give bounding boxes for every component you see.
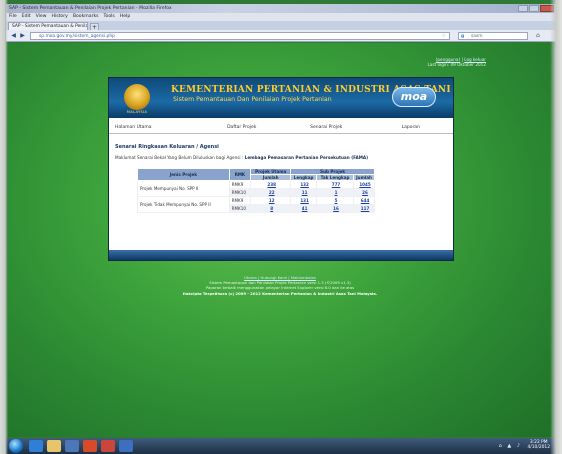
search-input[interactable]: g sasm: [458, 32, 528, 40]
clock-date: 4/10/2012: [527, 445, 550, 450]
cell-utama-link[interactable]: 238: [250, 180, 292, 189]
col-rmk: RMK: [228, 168, 252, 181]
word-icon[interactable]: [119, 440, 133, 452]
cell-jumlah-link[interactable]: 644: [353, 196, 375, 205]
cell-utama-link[interactable]: 12: [250, 196, 292, 205]
cell-jenis: Projek Tidak Mempunyai No. SPP II: [137, 196, 230, 213]
maximize-button[interactable]: [529, 5, 539, 12]
back-icon[interactable]: ◀: [9, 32, 18, 40]
moa-logo: moa: [392, 87, 436, 107]
browser-title-bar: SAP - Sistem Pemantauan & Penilaian Proj…: [6, 4, 556, 13]
col-lengkap: Lengkap: [290, 174, 317, 181]
menu-history[interactable]: History: [52, 13, 68, 21]
portal-panel: MALAYSIA KEMENTERIAN PERTANIAN & INDUSTR…: [108, 77, 454, 261]
url-text: sp.moa.gov.my/sistem_agensi.php: [39, 34, 115, 39]
browser-menu-bar: File Edit View History Bookmarks Tools H…: [6, 13, 556, 21]
minimize-button[interactable]: [518, 5, 528, 12]
cell-rmk: RMK9: [228, 196, 252, 205]
url-bar[interactable]: sp.moa.gov.my/sistem_agensi.php ☆: [30, 32, 450, 40]
table-row: Projek Tidak Mempunyai No. SPP II RMK9 1…: [137, 196, 375, 213]
folder-icon[interactable]: [47, 440, 61, 452]
browser-tab[interactable]: SAP - Sistem Pemantauan & Penilaian P...: [8, 22, 88, 30]
cell-utama-link[interactable]: 8: [250, 204, 292, 213]
agency-line: Maklumat Senarai Bekal Yang Belum Dilulu…: [115, 155, 449, 160]
cell-tak-lengkap-link[interactable]: 1: [315, 188, 355, 197]
cell-rmk: RMK10: [228, 204, 252, 213]
window-title: SAP - Sistem Pemantauan & Penilaian Proj…: [9, 6, 172, 11]
home-icon[interactable]: ⌂: [536, 32, 540, 40]
site-banner: MALAYSIA KEMENTERIAN PERTANIAN & INDUSTR…: [109, 78, 453, 118]
panel-bottom-bar: [109, 250, 453, 260]
ie-icon[interactable]: [29, 440, 43, 452]
menu-bookmarks[interactable]: Bookmarks: [73, 13, 99, 21]
cell-lengkap-link[interactable]: 41: [290, 204, 317, 213]
powerpoint-icon[interactable]: [101, 440, 115, 452]
crest-label: MALAYSIA: [126, 109, 148, 114]
cell-tak-lengkap-link[interactable]: 5: [315, 196, 355, 205]
main-content: Senarai Ringkasan Keluaran / Agensi Makl…: [115, 144, 449, 213]
tray-icons[interactable]: ⌂ ▲ ♪: [499, 443, 522, 449]
page-viewport: (pengguna) | Log keluar Last login: 09 O…: [8, 43, 552, 437]
cell-jumlah-link[interactable]: 117: [353, 204, 375, 213]
browser-tab-bar: SAP - Sistem Pemantauan & Penilaian P...…: [6, 21, 556, 31]
last-login: Last login: 09 Oktober 2012: [427, 62, 486, 67]
malaysia-crest-icon: [124, 84, 150, 110]
col-jumlah-sub: Jumlah: [353, 174, 375, 181]
cell-lengkap-link[interactable]: 132: [290, 180, 317, 189]
new-tab-button[interactable]: +: [90, 23, 99, 31]
nav-laporan[interactable]: Laporan: [369, 122, 454, 133]
windows-taskbar: ⌂ ▲ ♪ 3:22 PM 4/10/2012: [6, 438, 556, 454]
window-controls: [518, 5, 554, 12]
forward-icon[interactable]: ▶: [18, 32, 27, 40]
page-title: Senarai Ringkasan Keluaran / Agensi: [115, 144, 219, 150]
firefox-icon[interactable]: [83, 440, 97, 452]
search-engine-icon: g: [461, 34, 465, 39]
browser-nav-bar: ◀ ▶ sp.moa.gov.my/sistem_agensi.php ☆ g …: [6, 30, 556, 42]
menu-file[interactable]: File: [9, 13, 17, 21]
menu-edit[interactable]: Edit: [22, 13, 31, 21]
table-row: Projek Mempunyai No. SPP II RMK9 238 132…: [137, 180, 375, 197]
nav-halaman-utama[interactable]: Halaman Utama: [109, 122, 200, 133]
cell-rmk: RMK9: [228, 180, 252, 189]
col-tak-lengkap: Tak Lengkap: [315, 174, 355, 181]
menu-view[interactable]: View: [36, 13, 47, 21]
group-projek-utama: Projek Utama: [250, 168, 292, 175]
summary-table: Jenis Projek RMK Projek Utama Sub Projek…: [137, 168, 375, 213]
nav-senarai-projek[interactable]: Senarai Projek: [284, 122, 369, 133]
main-nav: Halaman Utama Daftar Projek Senarai Proj…: [109, 122, 453, 134]
menu-tools[interactable]: Tools: [104, 13, 115, 21]
user-info: (pengguna) | Log keluar Last login: 09 O…: [427, 57, 486, 67]
agency-prefix: Maklumat Senarai Bekal Yang Belum Dilulu…: [115, 155, 244, 160]
bookmark-star-icon[interactable]: ☆: [442, 33, 446, 40]
media-player-icon[interactable]: [65, 440, 79, 452]
clock[interactable]: 3:22 PM 4/10/2012: [527, 440, 550, 450]
close-button[interactable]: [540, 5, 554, 12]
cell-lengkap-link[interactable]: 11: [290, 188, 317, 197]
search-text: sasm: [471, 34, 483, 39]
col-jenis-projek: Jenis Projek: [137, 168, 230, 181]
menu-help[interactable]: Help: [120, 13, 130, 21]
cell-jumlah-link[interactable]: 1045: [353, 180, 375, 189]
system-title: Sistem Pemantauan Dan Penilaian Projek P…: [173, 96, 332, 103]
cell-tak-lengkap-link[interactable]: 16: [315, 204, 355, 213]
cell-lengkap-link[interactable]: 131: [290, 196, 317, 205]
agency-name: Lembaga Pemasaran Pertanian Persekutuan …: [244, 155, 369, 160]
cell-rmk: RMK10: [228, 188, 252, 197]
nav-daftar-projek[interactable]: Daftar Projek: [200, 122, 285, 133]
footer-copyright: Hakcipta Terpelihara (c) 2009 - 2012 Kem…: [182, 290, 378, 296]
start-button-icon[interactable]: [9, 439, 23, 453]
page-footer: Utama | Hubungi Kami | Maklumbalas Siste…: [8, 275, 552, 296]
cell-jumlah-link[interactable]: 26: [353, 188, 375, 197]
cell-tak-lengkap-link[interactable]: 777: [315, 180, 355, 189]
cell-utama-link[interactable]: 22: [250, 188, 292, 197]
cell-jenis: Projek Mempunyai No. SPP II: [137, 180, 230, 197]
